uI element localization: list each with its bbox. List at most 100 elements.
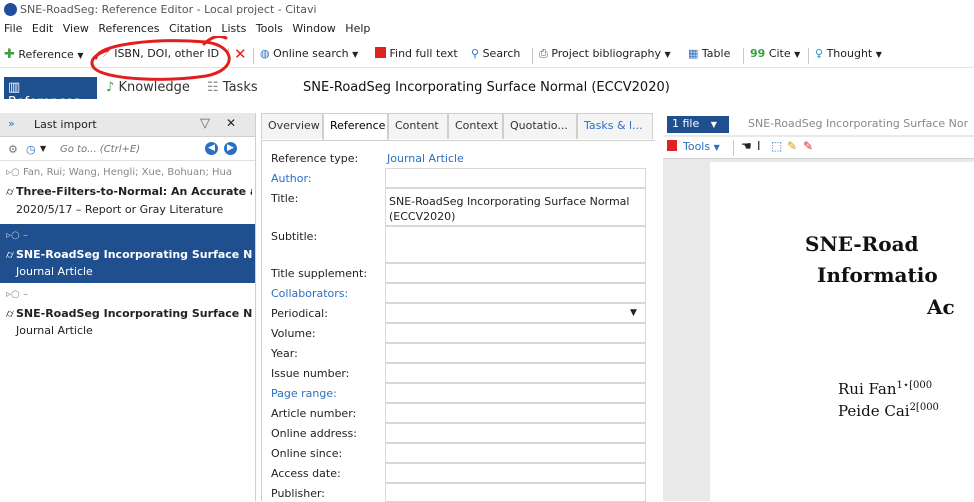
reference-editor-panel: Overview Reference Content Context Quota… bbox=[261, 113, 655, 502]
title-supplement-field[interactable] bbox=[385, 263, 646, 283]
search-button[interactable]: ⚲ Search bbox=[471, 47, 520, 60]
red-highlight-icon[interactable]: ✎ bbox=[803, 139, 813, 153]
menu-help[interactable]: Help bbox=[345, 22, 370, 35]
title-label: Title: bbox=[271, 192, 299, 205]
reference-list-panel: » Last import ▽ ✕ ⚙ ◷ ▼ ◀ ▶ ▹○ Fan, Rui;… bbox=[0, 113, 256, 501]
publisher-field[interactable] bbox=[385, 483, 646, 502]
menu-view[interactable]: View bbox=[63, 22, 89, 35]
tasks-icon: ☷ bbox=[207, 80, 219, 95]
author-field[interactable] bbox=[385, 168, 646, 188]
preview-header: 1 file ▼ SNE-RoadSeg Incorporating Surfa… bbox=[663, 113, 974, 135]
thought-button[interactable]: ♀ Thought ▼ bbox=[815, 47, 882, 60]
tab-overview[interactable]: Overview bbox=[261, 113, 323, 139]
access-date-label: Access date: bbox=[271, 467, 341, 480]
list-header: » Last import ▽ ✕ bbox=[0, 113, 255, 137]
quote-icon: 99 bbox=[750, 47, 766, 60]
online-address-field[interactable] bbox=[385, 423, 646, 443]
chevron-down-icon: ▼ bbox=[710, 120, 717, 129]
collaborators-label[interactable]: Collaborators: bbox=[271, 287, 348, 300]
menu-tools[interactable]: Tools bbox=[256, 22, 283, 35]
list-item[interactable]: ▹○ – ⌭ SNE-RoadSeg Incorporating Surface… bbox=[0, 287, 255, 345]
item-authors: ▹○ Fan, Rui; Wang, Hengli; Xue, Bohuan; … bbox=[6, 167, 232, 178]
article-number-label: Article number: bbox=[271, 407, 357, 420]
list-item-selected[interactable]: ▹○ – ⌭ SNE-RoadSeg Incorporating Surface… bbox=[0, 224, 255, 283]
preview-file-title: SNE-RoadSeg Incorporating Surface Nor bbox=[748, 117, 969, 130]
find-full-text-button[interactable]: Find full text bbox=[375, 47, 458, 60]
issue-number-field[interactable] bbox=[385, 363, 646, 383]
article-number-field[interactable] bbox=[385, 403, 646, 423]
chevron-down-icon: ▼ bbox=[664, 50, 671, 59]
printer-icon: ⎙ bbox=[539, 47, 548, 60]
online-since-label: Online since: bbox=[271, 447, 343, 460]
menu-file[interactable]: File bbox=[4, 22, 22, 35]
table-button[interactable]: ▦ Table bbox=[688, 47, 730, 60]
tab-context[interactable]: Context bbox=[448, 113, 503, 139]
previous-icon[interactable]: ◀ bbox=[205, 142, 218, 155]
title-field[interactable]: SNE-RoadSeg Incorporating Surface Normal… bbox=[385, 188, 646, 226]
reference-type-value[interactable]: Journal Article bbox=[387, 152, 464, 165]
pdf-author-line: Rui Fan1⋆[000 bbox=[838, 380, 933, 398]
hand-tool-icon[interactable]: ☚ bbox=[741, 139, 752, 153]
tab-quotations[interactable]: Quotatio... bbox=[503, 113, 577, 139]
tab-tasks[interactable]: ☷ Tasks bbox=[207, 80, 258, 95]
menu-edit[interactable]: Edit bbox=[32, 22, 53, 35]
paperclip-icon: ⌭ bbox=[6, 307, 14, 320]
page-title: SNE-RoadSeg Incorporating Surface Normal… bbox=[303, 80, 670, 95]
list-item[interactable]: ▹○ Fan, Rui; Wang, Hengli; Xue, Bohuan; … bbox=[0, 165, 255, 223]
text-select-icon[interactable]: I bbox=[757, 139, 761, 153]
project-bibliography-button[interactable]: ⎙ Project bibliography ▼ bbox=[539, 47, 671, 61]
history-icon[interactable]: ◷ bbox=[26, 143, 36, 156]
window-title: SNE-RoadSeg: Reference Editor - Local pr… bbox=[20, 3, 317, 16]
year-label: Year: bbox=[271, 347, 298, 360]
next-icon[interactable]: ▶ bbox=[224, 142, 237, 155]
title-bar: SNE-RoadSeg: Reference Editor - Local pr… bbox=[0, 0, 974, 21]
author-label[interactable]: Author: bbox=[271, 172, 312, 185]
file-selector-button[interactable]: 1 file ▼ bbox=[667, 116, 729, 133]
globe-search-icon: ◍ bbox=[260, 47, 270, 60]
pdf-title-line: Informatio bbox=[817, 263, 938, 287]
tab-reference[interactable]: Reference bbox=[323, 113, 388, 141]
preview-panel: 1 file ▼ SNE-RoadSeg Incorporating Surfa… bbox=[663, 113, 974, 501]
menu-references[interactable]: References bbox=[98, 22, 159, 35]
subtitle-field[interactable] bbox=[385, 226, 646, 263]
area-select-icon[interactable]: ⬚ bbox=[771, 139, 782, 153]
pdf-title-line: Ac bbox=[927, 295, 955, 319]
highlight-icon[interactable]: ✎ bbox=[787, 139, 797, 153]
pdf-icon bbox=[375, 47, 386, 58]
volume-label: Volume: bbox=[271, 327, 316, 340]
expand-icon[interactable]: » bbox=[8, 117, 15, 130]
online-since-field[interactable] bbox=[385, 443, 646, 463]
year-field[interactable] bbox=[385, 343, 646, 363]
tools-menu[interactable]: Tools ▼ bbox=[683, 140, 720, 153]
chevron-down-icon[interactable]: ▼ bbox=[40, 144, 46, 153]
close-icon[interactable]: ✕ bbox=[226, 116, 236, 130]
collaborators-field[interactable] bbox=[385, 283, 646, 303]
chevron-down-icon: ▼ bbox=[794, 50, 801, 59]
table-icon: ▦ bbox=[688, 47, 699, 60]
filter-icon[interactable]: ▽ bbox=[200, 116, 210, 131]
volume-field[interactable] bbox=[385, 323, 646, 343]
online-address-label: Online address: bbox=[271, 427, 357, 440]
tab-references[interactable]: ▥ References bbox=[4, 77, 97, 110]
page-range-field[interactable] bbox=[385, 383, 646, 403]
menu-window[interactable]: Window bbox=[292, 22, 335, 35]
settings-icon[interactable]: ⚙ bbox=[8, 143, 18, 156]
access-date-field[interactable] bbox=[385, 463, 646, 483]
periodical-select[interactable] bbox=[385, 303, 646, 323]
preview-toolbar: Tools ▼ ☚ I ⬚ ✎ ✎ bbox=[663, 137, 974, 159]
add-reference-button[interactable]: ✚ Reference ▼ bbox=[4, 47, 83, 62]
toolbar-divider bbox=[743, 48, 744, 64]
pdf-title-line: SNE-Road bbox=[805, 232, 919, 256]
toolbar-divider bbox=[808, 48, 809, 64]
lightbulb-icon: ♀ bbox=[815, 47, 824, 60]
tab-content[interactable]: Content bbox=[388, 113, 448, 139]
menu-lists[interactable]: Lists bbox=[221, 22, 246, 35]
go-to-input[interactable] bbox=[60, 141, 190, 158]
tab-knowledge[interactable]: ♪ Knowledge bbox=[106, 80, 190, 95]
online-search-button[interactable]: ◍ Online search ▼ bbox=[260, 47, 358, 60]
chevron-down-icon[interactable]: ▼ bbox=[630, 308, 637, 318]
cite-button[interactable]: 99 Cite ▼ bbox=[750, 47, 800, 60]
tab-tasks-locations[interactable]: Tasks & l... bbox=[577, 113, 653, 139]
page-range-label[interactable]: Page range: bbox=[271, 387, 337, 400]
menu-citation[interactable]: Citation bbox=[169, 22, 212, 35]
